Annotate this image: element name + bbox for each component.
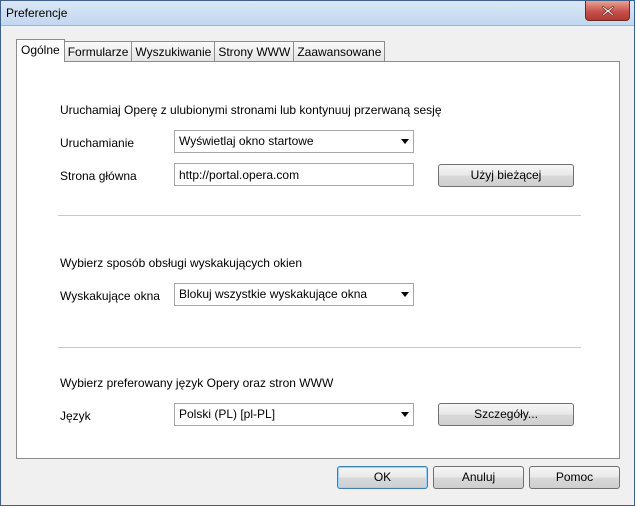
tab-webpages[interactable]: Strony WWW [214,41,295,62]
chevron-down-icon [401,292,409,297]
language-select-value: Polski (PL) [pl-PL] [179,407,276,421]
language-label: Język [60,409,91,423]
popups-select-value: Blokuj wszystkie wyskakujące okna [179,287,368,301]
separator [58,347,581,348]
startup-heading: Uruchamiaj Operę z ulubionymi stronami l… [60,103,442,117]
ok-button[interactable]: OK [337,466,428,489]
close-icon [601,5,614,16]
title-bar: Preferencje [1,1,634,26]
tab-advanced[interactable]: Zaawansowane [293,41,386,62]
close-button[interactable] [585,1,630,21]
window-title: Preferencje [6,6,68,20]
chevron-down-icon [401,412,409,417]
help-button[interactable]: Pomoc [529,466,620,489]
homepage-label: Strona główna [60,169,137,183]
tab-strip: Ogólne Formularze Wyszukiwanie Strony WW… [16,39,386,62]
general-panel: Uruchamiaj Operę z ulubionymi stronami l… [16,61,620,459]
tab-general[interactable]: Ogólne [16,39,65,62]
details-button[interactable]: Szczegóły... [438,403,574,426]
tab-search[interactable]: Wyszukiwanie [131,41,216,62]
startup-label: Uruchamianie [60,136,135,150]
cancel-button[interactable]: Anuluj [433,466,524,489]
separator [58,215,581,216]
popups-label: Wyskakujące okna [60,289,160,303]
homepage-input[interactable] [174,163,414,186]
startup-select[interactable]: Wyświetlaj okno startowe [174,130,414,153]
use-current-button[interactable]: Użyj bieżącej [438,164,574,187]
popups-select[interactable]: Blokuj wszystkie wyskakujące okna [174,283,414,306]
language-heading: Wybierz preferowany język Opery oraz str… [60,376,334,390]
popups-heading: Wybierz sposób obsługi wyskakujących oki… [60,256,303,270]
preferences-window: Preferencje Ogólne Formularze Wyszukiwan… [0,0,635,506]
tab-forms[interactable]: Formularze [63,41,133,62]
startup-select-value: Wyświetlaj okno startowe [179,134,314,148]
language-select[interactable]: Polski (PL) [pl-PL] [174,403,414,426]
chevron-down-icon [401,139,409,144]
